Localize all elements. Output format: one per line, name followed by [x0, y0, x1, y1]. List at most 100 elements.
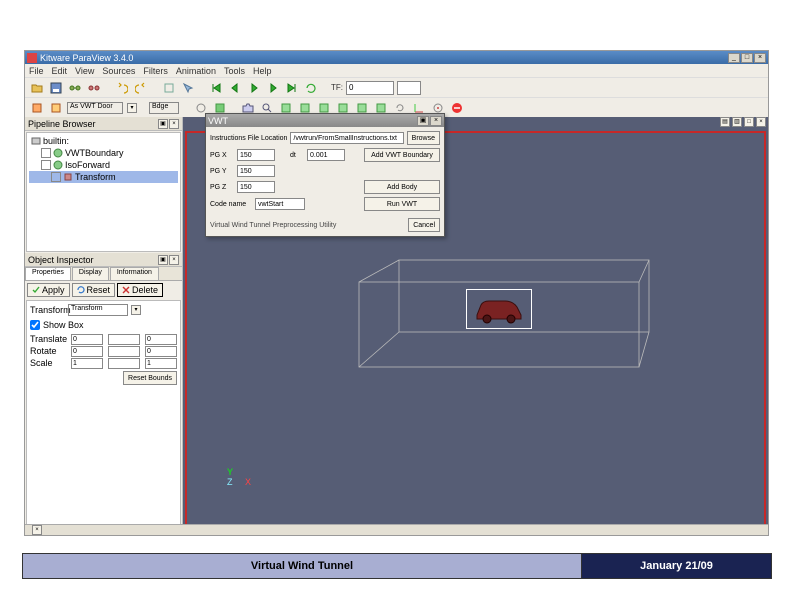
menu-file[interactable]: File: [29, 66, 44, 76]
dt-label: dt: [290, 152, 304, 159]
tree-item-transform[interactable]: Transform: [29, 171, 178, 183]
vwt-dialog: VWT ▣ × Instructions File Location Brows…: [205, 113, 445, 237]
tree-item-vwtboundary[interactable]: VWTBoundary: [29, 147, 178, 159]
inspector-float-icon[interactable]: ▣: [158, 255, 168, 265]
connect-icon[interactable]: [67, 80, 83, 96]
maximize-button[interactable]: □: [741, 53, 753, 63]
geometry-icon: [53, 160, 63, 170]
tab-properties[interactable]: Properties: [25, 267, 71, 280]
disconnect-icon[interactable]: [86, 80, 102, 96]
rotate-z-input[interactable]: [145, 346, 177, 357]
left-sidebar: Pipeline Browser ▣ × builtin:: [25, 117, 183, 535]
filter-icon: [63, 172, 73, 182]
pgy-label: PG Y: [210, 168, 234, 175]
pgx-input[interactable]: [237, 149, 275, 161]
tab-display[interactable]: Display: [72, 267, 109, 280]
loop-icon[interactable]: [303, 80, 319, 96]
pgy-input[interactable]: [237, 165, 275, 177]
translate-x-input[interactable]: [71, 334, 103, 345]
translate-label: Translate: [30, 334, 70, 345]
delete-button[interactable]: Delete: [117, 283, 163, 297]
vp-max-icon[interactable]: □: [744, 117, 754, 127]
close-button[interactable]: ×: [754, 53, 766, 63]
y-axis-label: Y: [227, 467, 233, 477]
instr-file-label: Instructions File Location: [210, 135, 287, 142]
run-vwt-button[interactable]: Run VWT: [364, 197, 440, 211]
save-icon[interactable]: [48, 80, 64, 96]
scale-label: Scale: [30, 358, 70, 369]
vp-split-v-icon[interactable]: ▥: [732, 117, 742, 127]
rotate-y-input[interactable]: [108, 346, 140, 357]
tb2-select-2[interactable]: Bdge: [149, 102, 179, 114]
z-axis-label: Z: [227, 477, 233, 487]
menu-edit[interactable]: Edit: [52, 66, 68, 76]
first-frame-icon[interactable]: [208, 80, 224, 96]
geometry-icon: [53, 148, 63, 158]
pgz-label: PG Z: [210, 184, 234, 191]
menu-view[interactable]: View: [75, 66, 94, 76]
reset-bounds-button[interactable]: Reset Bounds: [123, 371, 177, 385]
tab-information[interactable]: Information: [110, 267, 159, 280]
tree-item-isoforward[interactable]: IsoForward: [29, 159, 178, 171]
vp-close-icon[interactable]: ×: [756, 117, 766, 127]
pipeline-float-icon[interactable]: ▣: [158, 119, 168, 129]
visibility-icon[interactable]: [51, 172, 61, 182]
transform-label: Transform: [30, 305, 66, 315]
visibility-icon[interactable]: [41, 160, 51, 170]
menu-help[interactable]: Help: [253, 66, 272, 76]
menu-animation[interactable]: Animation: [176, 66, 216, 76]
rotate-x-input[interactable]: [71, 346, 103, 357]
stop-icon[interactable]: [449, 100, 465, 116]
play-icon[interactable]: [246, 80, 262, 96]
menu-tools[interactable]: Tools: [224, 66, 245, 76]
visibility-icon[interactable]: [41, 148, 51, 158]
cancel-button[interactable]: Cancel: [408, 218, 440, 232]
dt-input[interactable]: [307, 149, 345, 161]
tree-item-builtin[interactable]: builtin:: [29, 135, 178, 147]
tb2-select-1[interactable]: As VWT Door: [67, 102, 123, 114]
tb2-dropdown-icon[interactable]: ▾: [127, 103, 137, 113]
vp-split-h-icon[interactable]: ▤: [720, 117, 730, 127]
prev-frame-icon[interactable]: [227, 80, 243, 96]
codename-input[interactable]: [255, 198, 305, 210]
pgz-input[interactable]: [237, 181, 275, 193]
scale-z-input[interactable]: [145, 358, 177, 369]
selection-icon[interactable]: [161, 80, 177, 96]
last-frame-icon[interactable]: [284, 80, 300, 96]
transform-select[interactable]: Transform: [68, 304, 128, 316]
pgx-label: PG X: [210, 152, 234, 159]
footer-date: January 21/09: [582, 553, 772, 579]
add-body-button[interactable]: Add Body: [364, 180, 440, 194]
status-close-icon[interactable]: ×: [32, 525, 42, 535]
scale-y-input[interactable]: [108, 358, 140, 369]
instr-file-input[interactable]: [290, 132, 403, 144]
menu-filters[interactable]: Filters: [143, 66, 168, 76]
inspector-close-icon[interactable]: ×: [169, 255, 179, 265]
menu-sources[interactable]: Sources: [102, 66, 135, 76]
minimize-button[interactable]: _: [728, 53, 740, 63]
apply-button[interactable]: Apply: [27, 283, 70, 297]
add-boundary-button[interactable]: Add VWT Boundary: [364, 148, 440, 162]
time-step-input[interactable]: [397, 81, 421, 95]
tb2-a-icon[interactable]: [29, 100, 45, 116]
translate-z-input[interactable]: [145, 334, 177, 345]
undo-icon[interactable]: [114, 80, 130, 96]
time-value-input[interactable]: [346, 81, 394, 95]
transform-dropdown-icon[interactable]: ▾: [131, 305, 141, 315]
pick-icon[interactable]: [180, 80, 196, 96]
dialog-float-button[interactable]: ▣: [417, 116, 429, 126]
showbox-label: Show Box: [43, 320, 84, 330]
browse-button[interactable]: Browse: [407, 131, 440, 145]
showbox-checkbox[interactable]: [30, 320, 40, 330]
open-icon[interactable]: [29, 80, 45, 96]
pipeline-close-icon[interactable]: ×: [169, 119, 179, 129]
next-frame-icon[interactable]: [265, 80, 281, 96]
server-icon: [31, 136, 41, 146]
reset-button[interactable]: Reset: [72, 283, 116, 297]
translate-y-input[interactable]: [108, 334, 140, 345]
orientation-axes: Y ZX: [227, 467, 233, 487]
scale-x-input[interactable]: [71, 358, 103, 369]
tb2-b-icon[interactable]: [48, 100, 64, 116]
dialog-close-button[interactable]: ×: [430, 116, 442, 126]
redo-icon[interactable]: [133, 80, 149, 96]
